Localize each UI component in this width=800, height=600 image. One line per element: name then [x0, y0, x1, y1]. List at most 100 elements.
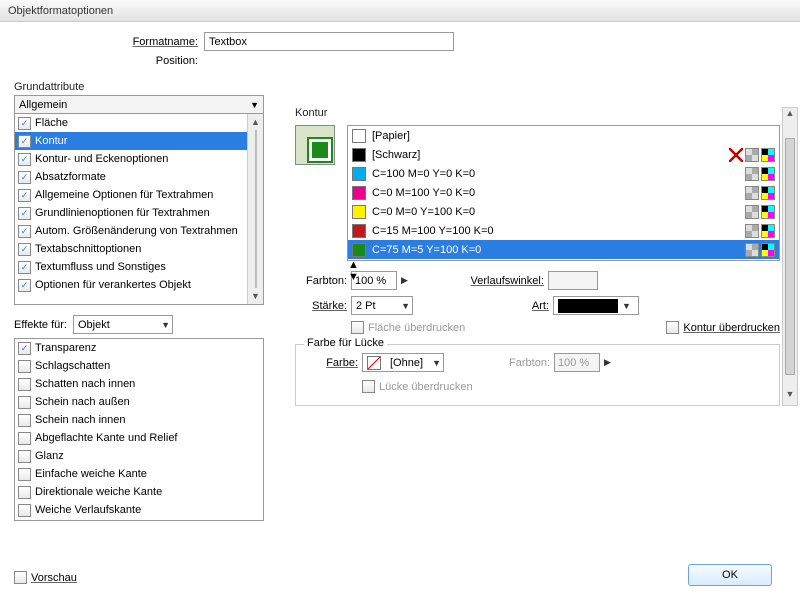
flaeche-ueber-label: Fläche überdrucken — [368, 322, 465, 334]
color-swatch — [352, 186, 366, 200]
fill-stroke-proxy[interactable] — [295, 125, 335, 165]
color-swatch — [352, 148, 366, 162]
effects-list[interactable]: ✓Transparenz✓Schlagschatten✓Schatten nac… — [14, 338, 264, 521]
art-dropdown[interactable]: ▼ — [553, 296, 639, 315]
list-item[interactable]: ✓Glanz — [15, 447, 263, 465]
cmyk-icon — [761, 224, 775, 238]
position-label: Position: — [94, 55, 204, 67]
list-item[interactable]: ✓Einfache weiche Kante — [15, 465, 263, 483]
cmyk-icon — [761, 186, 775, 200]
list-item[interactable]: ✓Grundlinienoptionen für Textrahmen — [15, 204, 263, 222]
list-item[interactable]: ✓Schein nach außen — [15, 393, 263, 411]
list-item[interactable]: ✓Schein nach innen — [15, 411, 263, 429]
outer-scrollbar[interactable]: ▲▼ — [782, 107, 798, 406]
list-item[interactable]: ✓Schatten nach innen — [15, 375, 263, 393]
verlaufswinkel-input — [548, 271, 598, 290]
list-item[interactable]: ✓Optionen für verankertes Objekt — [15, 276, 263, 294]
cmyk-icon — [761, 205, 775, 219]
cmyk-icon — [761, 243, 775, 257]
checkbox-icon: ✓ — [18, 261, 31, 274]
checkbox-icon: ✓ — [18, 378, 31, 391]
staerke-dropdown[interactable]: 2 Pt▼ — [351, 296, 413, 315]
effects-dropdown[interactable]: Objekt▼ — [73, 315, 173, 334]
list-item[interactable]: ✓Autom. Größenänderung von Textrahmen — [15, 222, 263, 240]
color-swatch — [352, 224, 366, 238]
kontur-ueber-checkbox[interactable] — [666, 321, 679, 334]
right-column: Kontur [Papier][Schwarz]C=100 M=0 Y=0 K=… — [295, 107, 780, 406]
color-row[interactable]: C=0 M=0 Y=100 K=0 — [348, 202, 779, 221]
global-icon — [745, 186, 759, 200]
list-item[interactable]: ✓Kontur- und Eckenoptionen — [15, 150, 263, 168]
list-item[interactable]: ✓Textumfluss und Sonstiges — [15, 258, 263, 276]
list-item[interactable]: ✓Absatzformate — [15, 168, 263, 186]
allgemein-dropdown[interactable]: Allgemein▼ — [14, 95, 264, 113]
verlaufswinkel-label: Verlaufswinkel: — [408, 275, 548, 287]
staerke-label: Stärke: — [295, 300, 351, 312]
checkbox-icon: ✓ — [18, 279, 31, 292]
gap-group: Farbe für Lücke Farbe: [Ohne]▼ Farbton: … — [295, 344, 780, 406]
checkbox-icon: ✓ — [18, 342, 31, 355]
color-row[interactable]: C=15 M=100 Y=100 K=0 — [348, 221, 779, 240]
left-column: Grundattribute Allgemein▼ ▲▼ ✓Fläche✓Kon… — [14, 81, 264, 521]
ok-button[interactable]: OK — [688, 564, 772, 586]
kontur-ueber-label: Kontur überdrucken — [683, 322, 780, 334]
cmyk-icon — [761, 167, 775, 181]
gap-legend: Farbe für Lücke — [304, 337, 387, 349]
color-row[interactable]: C=100 M=0 Y=0 K=0 — [348, 164, 779, 183]
list-item[interactable]: ✓Abgeflachte Kante und Relief — [15, 429, 263, 447]
global-icon — [745, 243, 759, 257]
scrollbar[interactable]: ▲▼ — [348, 259, 364, 283]
list-item[interactable]: ✓Schlagschatten — [15, 357, 263, 375]
global-icon — [745, 224, 759, 238]
color-row[interactable]: C=0 M=100 Y=0 K=0 — [348, 183, 779, 202]
checkbox-icon: ✓ — [18, 153, 31, 166]
list-item[interactable]: ✓Weiche Verlaufskante — [15, 501, 263, 519]
checkbox-icon: ✓ — [18, 414, 31, 427]
cmyk-icon — [761, 148, 775, 162]
color-list[interactable]: [Papier][Schwarz]C=100 M=0 Y=0 K=0C=0 M=… — [347, 125, 780, 261]
window-title: Objektformatoptionen — [0, 0, 800, 22]
color-swatch — [352, 243, 366, 257]
list-item[interactable]: ✓Fläche — [15, 114, 263, 132]
formatname-input[interactable] — [204, 32, 454, 51]
effects-label: Effekte für: — [14, 319, 67, 331]
list-item[interactable]: ✓Direktionale weiche Kante — [15, 483, 263, 501]
list-item[interactable]: ✓Textabschnittoptionen — [15, 240, 263, 258]
list-item[interactable]: ✓Transparenz — [15, 339, 263, 357]
gap-farbe-dropdown[interactable]: [Ohne]▼ — [362, 353, 444, 372]
scrollbar[interactable]: ▲▼ — [247, 114, 263, 304]
checkbox-icon: ✓ — [18, 189, 31, 202]
stroke-style-swatch — [558, 299, 618, 313]
checkbox-icon: ✓ — [18, 396, 31, 409]
list-item[interactable]: ✓Kontur — [15, 132, 263, 150]
checkbox-icon: ✓ — [18, 432, 31, 445]
color-swatch — [352, 129, 366, 143]
grundattribute-title: Grundattribute — [14, 81, 264, 93]
chevron-down-icon: ▼ — [250, 97, 259, 113]
color-swatch — [352, 205, 366, 219]
gap-farbe-label: Farbe: — [306, 357, 362, 369]
color-row[interactable]: [Schwarz] — [348, 145, 779, 164]
gap-ueber-label: Lücke überdrucken — [379, 381, 473, 393]
preview-checkbox[interactable] — [14, 571, 27, 584]
grundattribute-list[interactable]: ▲▼ ✓Fläche✓Kontur✓Kontur- und Eckenoptio… — [14, 113, 264, 305]
color-row[interactable]: [Papier] — [348, 126, 779, 145]
list-item[interactable]: ✓Allgemeine Optionen für Textrahmen — [15, 186, 263, 204]
kontur-title: Kontur — [295, 107, 780, 119]
flaeche-ueber-checkbox — [351, 321, 364, 334]
preview-row[interactable]: Vorschau — [14, 571, 77, 584]
checkbox-icon: ✓ — [18, 486, 31, 499]
global-icon — [745, 167, 759, 181]
color-swatch — [352, 167, 366, 181]
checkbox-icon: ✓ — [18, 135, 31, 148]
checkbox-icon: ✓ — [18, 450, 31, 463]
dialog-body: Formatname: Position: Grundattribute All… — [0, 22, 800, 600]
checkbox-icon: ✓ — [18, 504, 31, 517]
checkbox-icon: ✓ — [18, 225, 31, 238]
art-label: Art: — [413, 300, 553, 312]
global-icon — [745, 148, 759, 162]
gap-farbton-label: Farbton: — [444, 357, 554, 369]
color-row[interactable]: C=75 M=5 Y=100 K=0 — [348, 240, 779, 259]
farbton-label: Farbton: — [295, 275, 351, 287]
checkbox-icon: ✓ — [18, 171, 31, 184]
